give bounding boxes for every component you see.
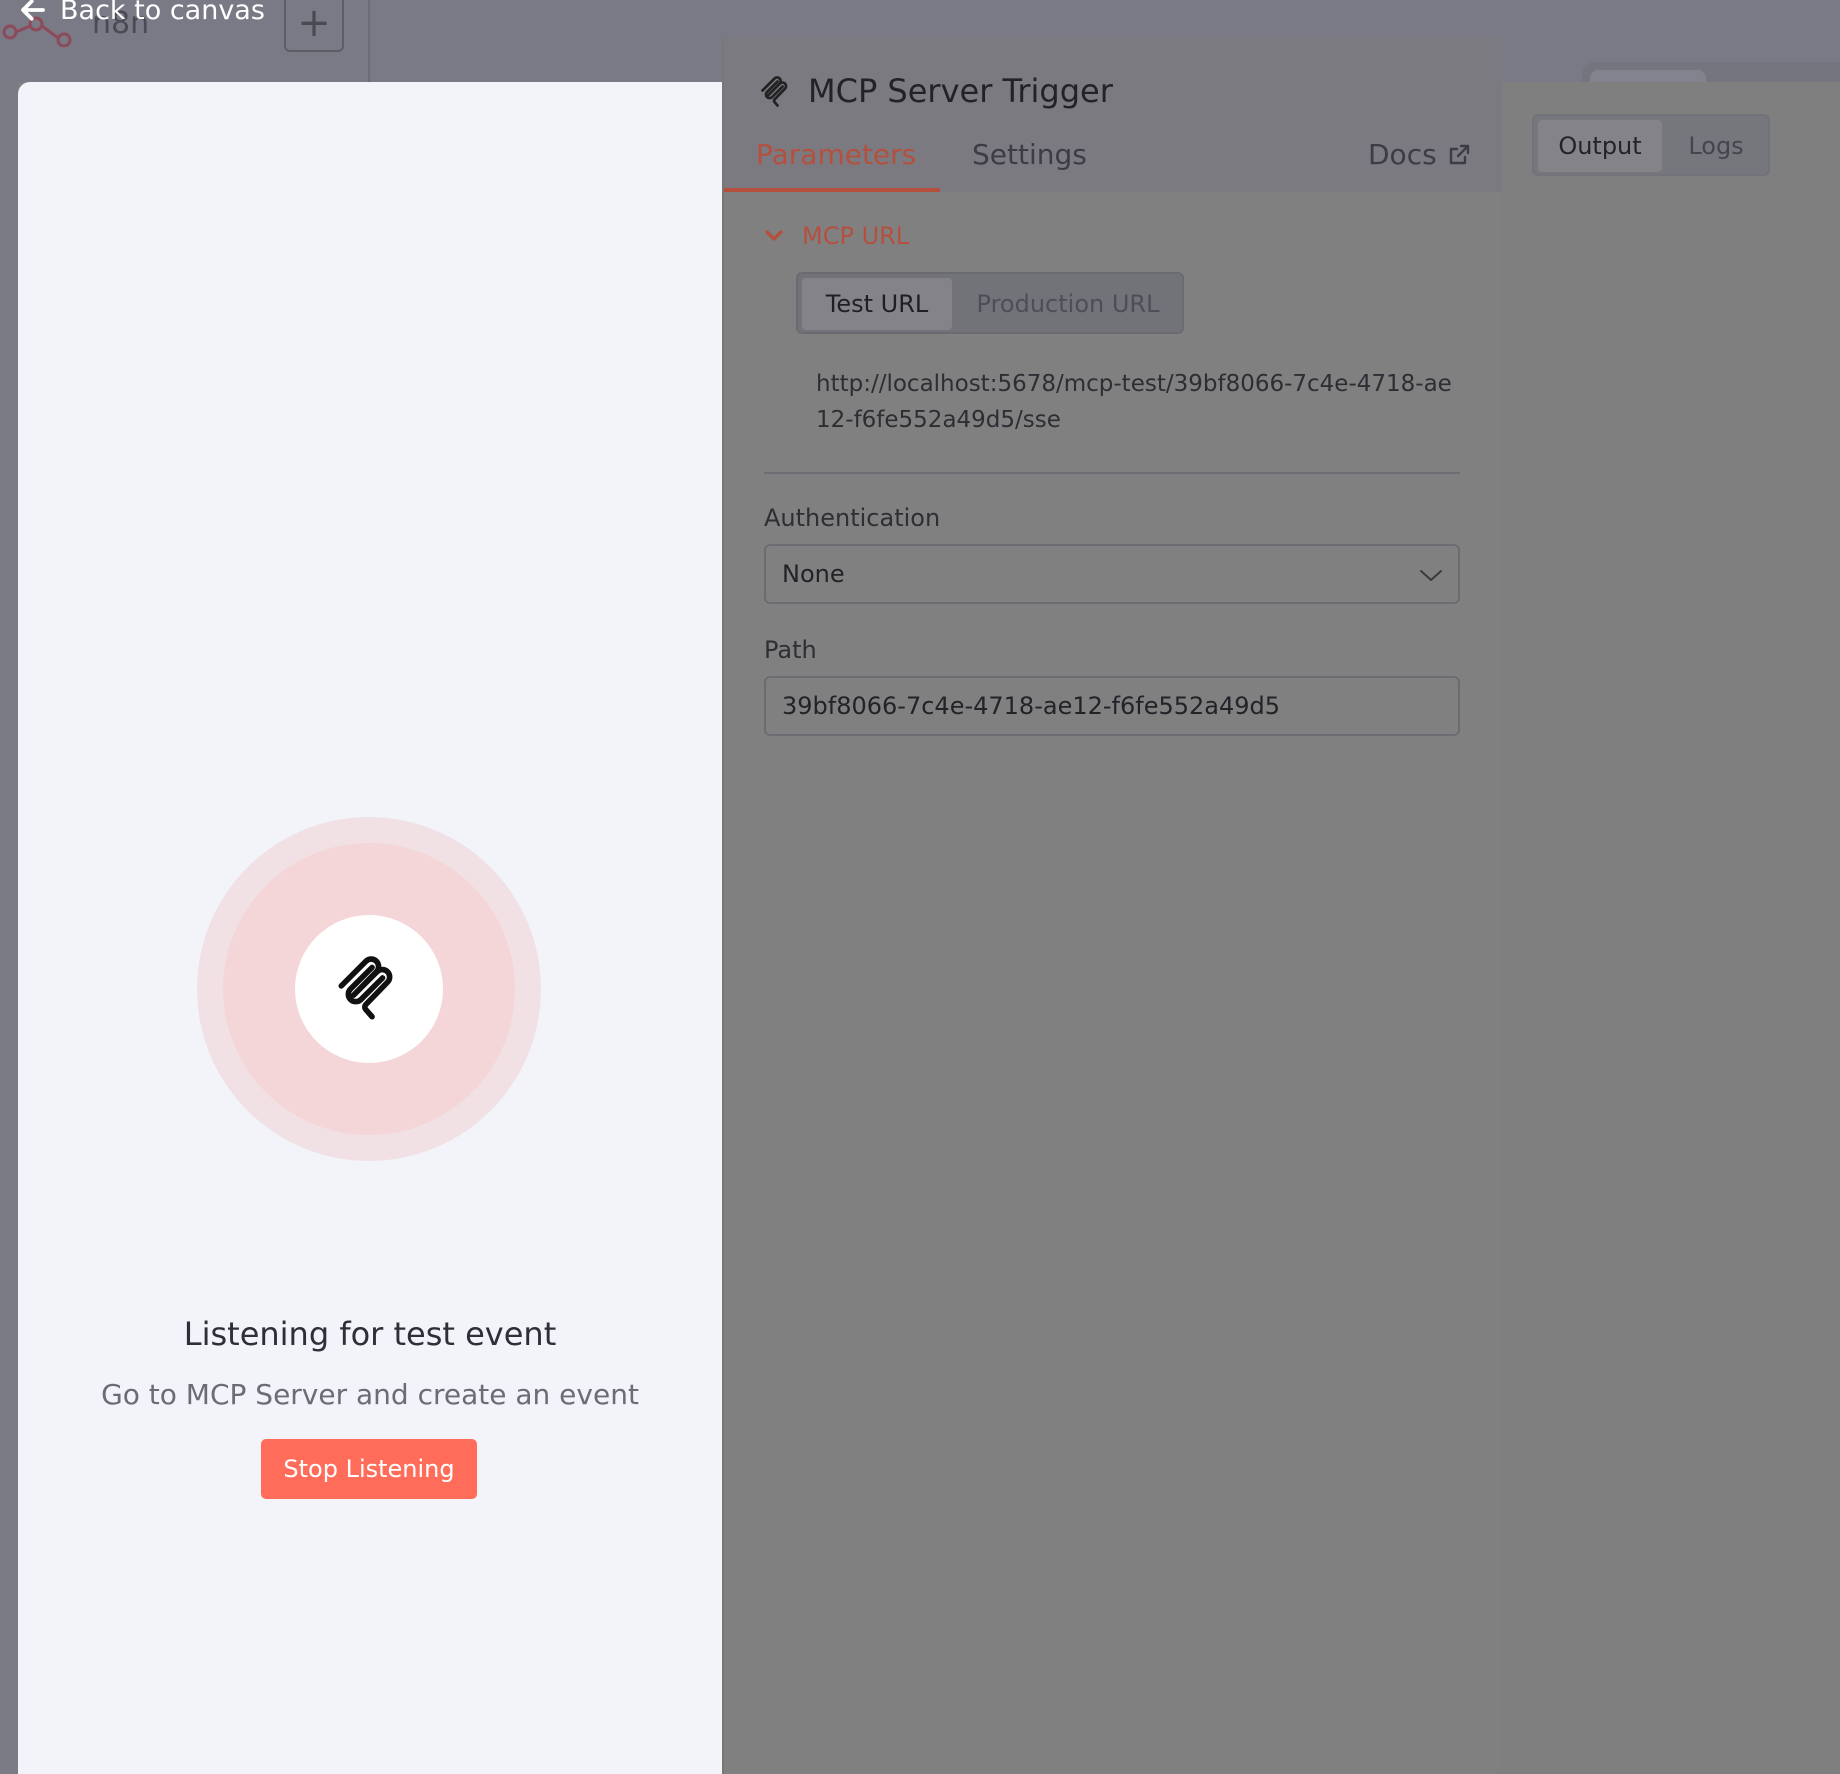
docs-link[interactable]: Docs — [1368, 138, 1471, 171]
active-tab-indicator — [724, 188, 940, 192]
output-tab[interactable]: Output — [1538, 120, 1662, 172]
test-url-tab[interactable]: Test URL — [802, 278, 952, 330]
background-canvas-strip — [0, 82, 18, 1774]
mcp-url-section-title: MCP URL — [802, 222, 910, 250]
external-link-icon — [1449, 144, 1469, 164]
output-panel — [1500, 82, 1840, 1774]
path-value: 39bf8066-7c4e-4718-ae12-f6fe552a49d5 — [782, 692, 1281, 720]
section-divider — [764, 472, 1460, 474]
mcp-icon — [761, 76, 788, 107]
tab-settings[interactable]: Settings — [972, 138, 1087, 192]
listening-title: Listening for test event — [183, 1315, 557, 1353]
input-panel: Listening for test event Go to MCP Serve… — [18, 82, 722, 1774]
mcp-url-section-toggle[interactable]: MCP URL — [762, 222, 909, 250]
chevron-down-icon — [765, 230, 783, 241]
node-title: MCP Server Trigger — [808, 72, 1113, 110]
arrow-left-icon — [21, 0, 45, 21]
back-to-canvas-label: Back to canvas — [60, 0, 265, 26]
production-url-tab[interactable]: Production URL — [958, 278, 1178, 330]
tab-parameters[interactable]: Parameters — [756, 138, 916, 192]
listening-subtitle: Go to MCP Server and create an event — [101, 1378, 639, 1411]
path-input[interactable]: 39bf8066-7c4e-4718-ae12-f6fe552a49d5 — [764, 676, 1460, 736]
mcp-icon — [338, 956, 393, 1020]
chevron-down-icon — [1420, 570, 1442, 581]
authentication-select[interactable]: None — [764, 544, 1460, 604]
back-to-canvas-link[interactable]: Back to canvas — [18, 0, 265, 28]
mcp-url-value[interactable]: http://localhost:5678/mcp-test/39bf8066-… — [816, 366, 1456, 438]
divider — [368, 0, 370, 82]
output-logs-switch: Output Logs — [1532, 114, 1770, 176]
path-label: Path — [764, 636, 817, 664]
node-settings-panel: MCP Server Trigger Parameters Settings D… — [722, 36, 1502, 1774]
url-type-switch: Test URL Production URL — [796, 272, 1184, 334]
logs-tab[interactable]: Logs — [1668, 120, 1764, 172]
stop-listening-button[interactable]: Stop Listening — [261, 1439, 477, 1499]
pulse-ring-inner — [295, 915, 443, 1063]
listening-animation — [197, 817, 541, 1161]
node-header: MCP Server Trigger Parameters Settings D… — [724, 36, 1502, 192]
add-button[interactable]: + — [284, 0, 344, 52]
docs-label: Docs — [1368, 138, 1437, 171]
authentication-label: Authentication — [764, 504, 941, 532]
authentication-value: None — [782, 560, 845, 588]
